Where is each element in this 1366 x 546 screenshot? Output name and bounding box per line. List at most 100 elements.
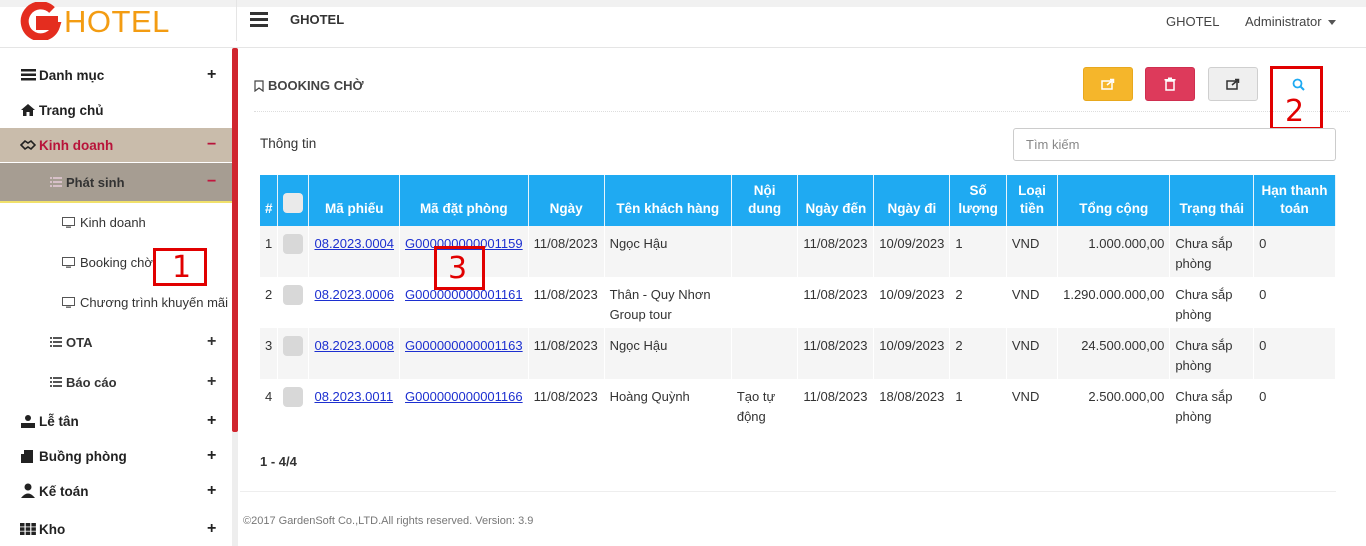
due-cell: 0 [1253,379,1336,430]
ma-phieu-cell: 08.2023.0011 [308,379,401,430]
column-header[interactable]: Mã phiếu [308,175,401,226]
table-row[interactable]: 1 08.2023.0004 G000000000001159 11/08/20… [260,226,1336,277]
expand-icon[interactable]: + [207,520,216,538]
sidebar-item-label: Booking chờ [80,254,153,270]
share-button[interactable] [1208,67,1258,101]
status-cell: Chưa sắp phòng [1169,226,1255,277]
search-input[interactable] [1013,128,1336,161]
column-header[interactable]: Ngày đến [797,175,875,226]
ma-phieu-link[interactable]: 08.2023.0006 [314,287,394,302]
quantity-cell: 2 [949,328,1007,379]
sidebar-item-danh-muc[interactable]: Danh mục + [0,58,232,92]
sidebar-scrollbar[interactable] [232,48,238,432]
list-icon [20,68,36,82]
content-cell [731,328,799,379]
departure-cell: 10/09/2023 [873,328,951,379]
reception-icon [20,414,36,428]
top-bar [0,0,1366,48]
currency-cell: VND [1006,379,1059,430]
table-row[interactable]: 2 08.2023.0006 G000000000001161 11/08/20… [260,277,1336,328]
ma-phieu-link[interactable]: 08.2023.0004 [314,236,394,251]
monitor-icon [62,296,75,308]
pagination-info: 1 - 4/4 [260,454,297,469]
column-header[interactable]: Tên khách hàng [604,175,732,226]
company-link[interactable]: GHOTEL [1166,14,1219,29]
customer-cell: Ngọc Hậu [604,226,732,277]
sidebar-item-label: Lễ tân [39,413,79,429]
booking-table: # Mã phiếu Mã đặt phòng Ngày Tên khách h… [260,175,1336,430]
sidebar-scroll-track[interactable] [232,432,238,546]
sidebar-item-le-tan[interactable]: Lễ tân + [0,404,232,438]
select-all-checkbox[interactable] [277,175,310,226]
row-checkbox[interactable] [277,379,310,430]
sidebar-item-ota[interactable]: OTA + [0,325,232,359]
total-cell: 1.290.000.000,00 [1057,277,1171,328]
row-checkbox[interactable] [277,226,310,277]
sidebar-item-buong-phong[interactable]: Buồng phòng + [0,439,232,473]
column-header[interactable]: Ngày đi [873,175,951,226]
expand-icon[interactable]: + [207,412,216,430]
table-row[interactable]: 4 08.2023.0011 G000000000001166 11/08/20… [260,379,1336,430]
sidebar-item-label: Kế toán [39,483,89,499]
row-checkbox[interactable] [277,328,310,379]
column-header[interactable]: Tổng cộng [1057,175,1171,226]
sidebar-item-phat-sinh[interactable]: Phát sinh − [0,163,232,203]
expand-icon[interactable]: + [207,333,216,351]
sidebar-item-label: OTA [66,334,93,350]
sidebar-item-bao-cao[interactable]: Báo cáo + [0,365,232,399]
expand-icon[interactable]: + [207,66,216,84]
monitor-icon [62,256,75,268]
table-row[interactable]: 3 08.2023.0008 G000000000001163 11/08/20… [260,328,1336,379]
column-header[interactable]: Số lượng [949,175,1007,226]
expand-icon[interactable]: + [207,482,216,500]
app-window: HOTEL GHOTEL GHOTEL Administrator Danh m… [0,0,1366,546]
ma-phieu-link[interactable]: 08.2023.0011 [314,389,393,404]
content-cell: Tạo tự động [731,379,799,430]
annotation-label-2: 2 [1285,94,1305,129]
date-cell: 11/08/2023 [528,226,605,277]
column-header[interactable]: Loại tiền [1006,175,1059,226]
row-checkbox[interactable] [277,277,310,328]
sidebar-item-label: Kinh doanh [80,214,146,230]
arrival-cell: 11/08/2023 [797,277,875,328]
column-header[interactable]: Trạng thái [1169,175,1255,226]
due-cell: 0 [1253,226,1336,277]
sidebar-item-kinh-doanh[interactable]: Kinh doanh − [0,128,232,162]
ma-dat-phong-link[interactable]: G000000000001163 [405,338,523,353]
sidebar-item-kinh-doanh-sub[interactable]: Kinh doanh [0,205,232,239]
logo-g-icon [20,2,62,40]
expand-icon[interactable]: + [207,373,216,391]
logo[interactable]: HOTEL [18,1,170,41]
row-index: 4 [260,379,279,430]
menu-toggle-icon[interactable] [250,12,268,28]
sidebar-item-khuyen-mai[interactable]: Chương trình khuyến mãi [0,285,232,319]
date-cell: 11/08/2023 [528,328,605,379]
collapse-icon[interactable]: − [207,136,216,154]
sidebar-item-kho[interactable]: Kho + [0,512,232,546]
column-header[interactable]: Mã đặt phòng [399,175,529,226]
ma-dat-phong-link[interactable]: G000000000001166 [405,389,523,404]
accountant-icon [20,483,36,498]
column-header[interactable]: # [260,175,279,226]
customer-cell: Ngọc Hậu [604,328,732,379]
due-cell: 0 [1253,328,1336,379]
table-header-row: # Mã phiếu Mã đặt phòng Ngày Tên khách h… [260,175,1336,226]
export-button[interactable] [1083,67,1133,101]
list-icon [50,177,62,187]
user-menu[interactable]: Administrator [1245,14,1336,29]
page-title: BOOKING CHỜ [254,78,364,93]
column-header[interactable]: Hạn thanh toán [1253,175,1336,226]
ma-phieu-link[interactable]: 08.2023.0008 [314,338,394,353]
arrival-cell: 11/08/2023 [797,328,875,379]
ma-phieu-cell: 08.2023.0004 [308,226,401,277]
delete-button[interactable] [1145,67,1195,101]
collapse-icon[interactable]: − [207,173,216,191]
date-cell: 11/08/2023 [528,379,605,430]
logo-text: HOTEL [64,3,170,39]
sidebar-item-trang-chu[interactable]: Trang chủ [0,93,232,127]
column-header[interactable]: Ngày [528,175,605,226]
expand-icon[interactable]: + [207,447,216,465]
column-header[interactable]: Nội dung [731,175,799,226]
sidebar-item-ke-toan[interactable]: Kế toán + [0,474,232,508]
sidebar-item-label: Chương trình khuyến mãi [80,294,229,310]
